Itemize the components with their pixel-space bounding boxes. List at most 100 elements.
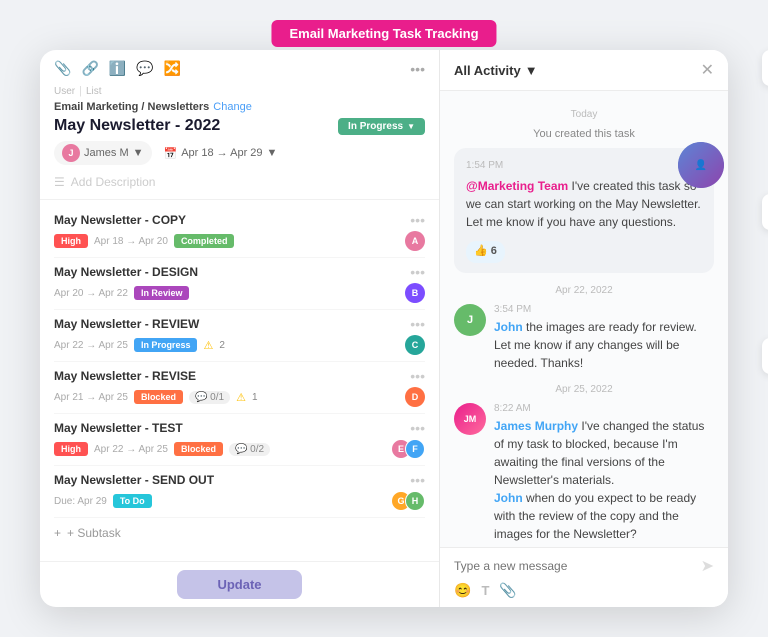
title-badge: Email Marketing Task Tracking bbox=[271, 20, 496, 47]
chevron-down-icon: ▼ bbox=[133, 147, 144, 159]
subtasks-list: May Newsletter - COPY ••• High Apr 18 → … bbox=[40, 200, 439, 561]
subtask-name: May Newsletter - TEST bbox=[54, 421, 183, 435]
created-text: You created this task bbox=[454, 128, 714, 140]
send-button[interactable]: ➤ bbox=[701, 556, 714, 576]
assignee-avatar: J bbox=[62, 144, 80, 162]
message-time: 1:54 PM bbox=[466, 158, 702, 174]
meta-row: J James M ▼ 📅 Apr 18 → Apr 29 ▼ bbox=[54, 141, 425, 165]
subtask-more-icon[interactable]: ••• bbox=[410, 420, 425, 436]
subtask-item: May Newsletter - SEND OUT ••• Due: Apr 2… bbox=[54, 466, 425, 518]
emoji-icon[interactable]: 😊 bbox=[454, 582, 471, 599]
calendar-icon: 📅 bbox=[164, 147, 178, 160]
side-icon-chat bbox=[762, 304, 768, 374]
reaction[interactable]: 👍 6 bbox=[466, 241, 505, 263]
user-label: User bbox=[54, 86, 75, 97]
breadcrumb-path: Email Marketing / Newsletters bbox=[54, 101, 209, 113]
text-format-icon[interactable]: T bbox=[481, 583, 489, 598]
tag-blocked: Blocked bbox=[134, 390, 183, 404]
activity-dropdown[interactable]: All Activity ▼ bbox=[454, 63, 538, 78]
multi-avatar: E F bbox=[391, 439, 425, 459]
warning-count: 1 bbox=[252, 392, 258, 403]
subtask-date: Apr 21 → Apr 25 bbox=[54, 392, 128, 403]
tag-high: High bbox=[54, 442, 88, 456]
right-header: All Activity ▼ ✕ bbox=[440, 50, 728, 91]
subtask-more-icon[interactable]: ••• bbox=[410, 368, 425, 384]
subtask-more-icon[interactable]: ••• bbox=[410, 472, 425, 488]
tag-todo: To Do bbox=[113, 494, 152, 508]
chat-icon-box[interactable] bbox=[762, 338, 768, 374]
subtask-avatar: A bbox=[405, 231, 425, 251]
side-icons bbox=[762, 50, 768, 374]
message-time: 8:22 AM bbox=[494, 403, 714, 414]
warning-count: 2 bbox=[219, 340, 225, 351]
tag-blocked: Blocked bbox=[174, 442, 223, 456]
chat-input[interactable] bbox=[454, 559, 693, 573]
attachment-icon[interactable]: 📎 bbox=[499, 582, 516, 599]
message-avatar: J bbox=[454, 304, 486, 336]
chat-toolbar: 😊 T 📎 bbox=[454, 582, 714, 599]
description-icon: ☰ bbox=[54, 175, 65, 189]
subtask-item: May Newsletter - REVIEW ••• Apr 22 → Apr… bbox=[54, 310, 425, 362]
message-content: 8:22 AM James Murphy I've changed the st… bbox=[494, 403, 714, 543]
share-icon[interactable]: 🔀 bbox=[164, 60, 181, 77]
info-icon[interactable]: ℹ️ bbox=[109, 60, 126, 77]
assignee-chip[interactable]: J James M ▼ bbox=[54, 141, 152, 165]
subtask-avatar: F bbox=[405, 439, 425, 459]
chat-input-area: ➤ 😊 T 📎 bbox=[440, 547, 728, 607]
chevron-down-icon: ▼ bbox=[267, 147, 278, 159]
main-card: 📎 🔗 ℹ️ 💬 🔀 ••• User | List Email Marketi… bbox=[40, 50, 728, 607]
tag-inreview: In Review bbox=[134, 286, 190, 300]
subtask-more-icon[interactable]: ••• bbox=[410, 212, 425, 228]
message-time: 3:54 PM bbox=[494, 304, 714, 315]
mention: John bbox=[494, 491, 523, 505]
subtask-item: May Newsletter - REVISE ••• Apr 21 → Apr… bbox=[54, 362, 425, 414]
link-icon[interactable]: 🔗 bbox=[81, 60, 98, 77]
subtask-name: May Newsletter - COPY bbox=[54, 213, 186, 227]
list-label: List bbox=[86, 86, 102, 97]
message-content: 3:54 PM John the images are ready for re… bbox=[494, 304, 714, 372]
attachment-icon[interactable]: 📎 bbox=[54, 60, 71, 77]
breadcrumb: User | List bbox=[54, 85, 425, 97]
subtask-avatar: D bbox=[405, 387, 425, 407]
right-panel: All Activity ▼ ✕ Today You created this … bbox=[440, 50, 728, 607]
mention: James Murphy bbox=[494, 419, 578, 433]
left-panel: 📎 🔗 ℹ️ 💬 🔀 ••• User | List Email Marketi… bbox=[40, 50, 440, 607]
message-avatar: JM bbox=[454, 403, 486, 435]
message-item: J 3:54 PM John the images are ready for … bbox=[454, 304, 714, 372]
description-row[interactable]: ☰ Add Description bbox=[54, 171, 425, 193]
add-subtask-label: + Subtask bbox=[67, 526, 121, 540]
counter-badge: 💬 0/1 bbox=[189, 391, 230, 404]
left-header: 📎 🔗 ℹ️ 💬 🔀 ••• User | List Email Marketi… bbox=[40, 50, 439, 200]
activity-label: All Activity bbox=[454, 63, 521, 78]
close-button[interactable]: ✕ bbox=[701, 60, 714, 80]
left-footer: Update bbox=[40, 561, 439, 607]
chat-icon[interactable]: 💬 bbox=[136, 60, 153, 77]
subtask-more-icon[interactable]: ••• bbox=[410, 316, 425, 332]
date-divider: Apr 22, 2022 bbox=[454, 285, 714, 296]
date-chip[interactable]: 📅 Apr 18 → Apr 29 ▼ bbox=[164, 147, 278, 160]
side-icon-clipboard bbox=[762, 50, 768, 120]
plus-icon: + bbox=[54, 526, 61, 540]
warning-icon: ⚠ bbox=[203, 339, 213, 352]
sender-avatar: 👤 bbox=[678, 142, 724, 188]
description-placeholder: Add Description bbox=[71, 175, 156, 189]
change-link[interactable]: Change bbox=[213, 101, 252, 113]
date-divider-today: Today bbox=[454, 109, 714, 120]
subtask-item: May Newsletter - COPY ••• High Apr 18 → … bbox=[54, 206, 425, 258]
subtask-more-icon[interactable]: ••• bbox=[410, 264, 425, 280]
update-button[interactable]: Update bbox=[177, 570, 301, 599]
tag-inprogress: In Progress bbox=[134, 338, 198, 352]
message-text: John the images are ready for review. Le… bbox=[494, 318, 714, 372]
team-icon-box[interactable] bbox=[762, 194, 768, 230]
date-range: Apr 18 → Apr 29 bbox=[181, 147, 262, 159]
mention: @Marketing Team bbox=[466, 179, 568, 193]
status-badge[interactable]: In Progress ▼ bbox=[338, 118, 425, 135]
message-text: James Murphy I've changed the status of … bbox=[494, 417, 714, 543]
warning-icon: ⚠ bbox=[236, 391, 246, 404]
subtask-item: May Newsletter - DESIGN ••• Apr 20 → Apr… bbox=[54, 258, 425, 310]
tag-high: High bbox=[54, 234, 88, 248]
subtask-name: May Newsletter - DESIGN bbox=[54, 265, 198, 279]
clipboard-icon-box[interactable] bbox=[762, 50, 768, 86]
add-subtask-button[interactable]: + + Subtask bbox=[54, 518, 425, 548]
more-icon[interactable]: ••• bbox=[410, 61, 425, 77]
